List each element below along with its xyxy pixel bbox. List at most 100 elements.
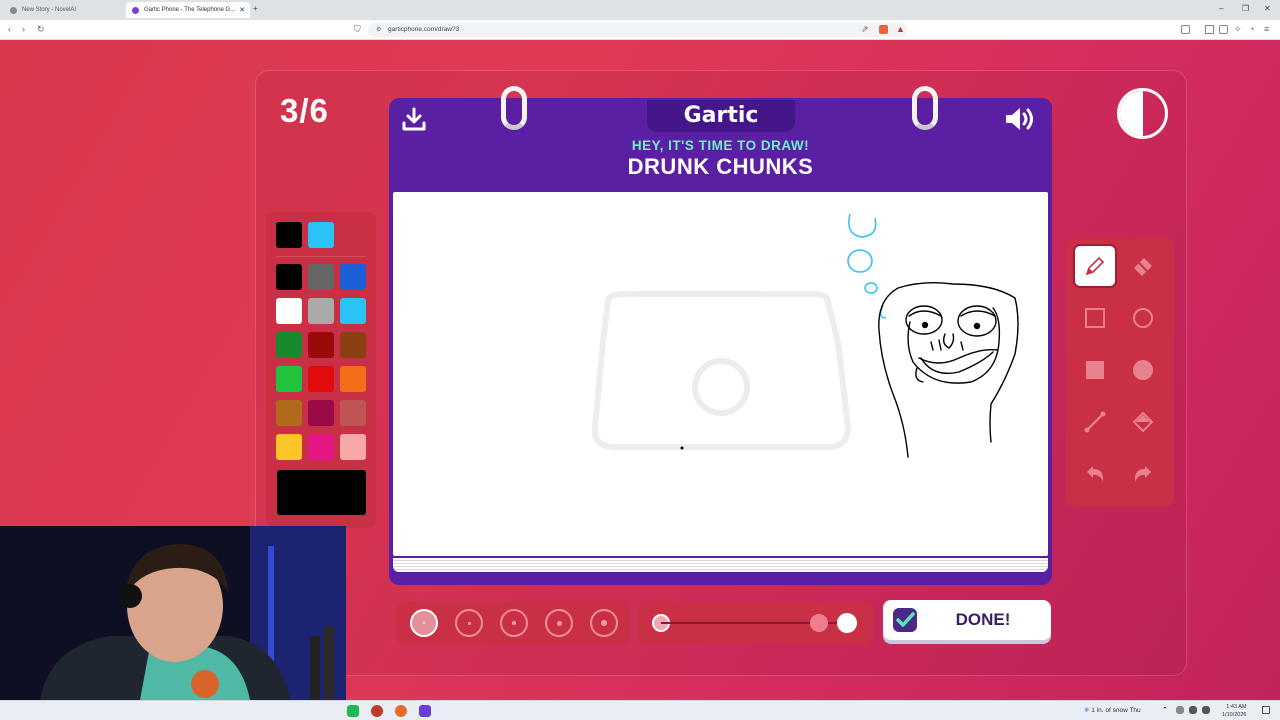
webcam-overlay — [0, 526, 346, 700]
browser-tab-novelai[interactable]: New Story - NovelAI — [4, 2, 124, 18]
color-swatch[interactable] — [276, 434, 302, 460]
notification-icon[interactable] — [1262, 706, 1270, 714]
new-tab-icon[interactable]: + — [253, 4, 258, 13]
color-swatch[interactable] — [340, 434, 366, 460]
obs-icon[interactable] — [371, 705, 383, 717]
redo-tool[interactable] — [1121, 452, 1165, 496]
browser-tab-gartic[interactable]: Gartic Phone - The Telephone G... ✕ — [126, 2, 250, 18]
circle-filled-icon — [1133, 360, 1153, 380]
line-tool[interactable] — [1073, 400, 1117, 444]
site-info-icon[interactable]: ⚙ — [376, 23, 381, 37]
color-swatch[interactable] — [340, 298, 366, 324]
color-swatch[interactable] — [276, 298, 302, 324]
drawing-canvas[interactable] — [393, 192, 1048, 556]
rectangle-outline-tool[interactable] — [1073, 296, 1117, 340]
theme-toggle-icon[interactable] — [1117, 88, 1168, 139]
wallet-icon[interactable] — [1219, 25, 1228, 34]
color-swatch[interactable] — [308, 434, 334, 460]
color-swatch[interactable] — [308, 332, 334, 358]
color-swatch[interactable] — [276, 400, 302, 426]
color-swatch[interactable] — [308, 264, 334, 290]
taskbar: ❄ 1 in. of snow Thu ⌃ 1:43 AM 1/10/2026 — [0, 700, 1280, 720]
redo-icon — [1135, 466, 1151, 482]
done-label: DONE! — [955, 610, 1011, 629]
menu-icon[interactable]: ≡ — [1264, 24, 1269, 34]
forward-icon[interactable]: › — [22, 24, 25, 34]
tray-app-icon[interactable] — [1176, 706, 1184, 714]
fill-bucket-tool[interactable] — [1121, 400, 1165, 444]
spotify-icon[interactable] — [347, 705, 359, 717]
tab-title: Gartic Phone - The Telephone G... — [144, 7, 236, 13]
streamer-webcam-image — [0, 526, 346, 700]
network-icon[interactable] — [1189, 706, 1197, 714]
brush-size-option[interactable] — [590, 609, 618, 637]
brush-size-dot — [467, 621, 471, 625]
ellipse-outline-tool[interactable] — [1121, 296, 1165, 340]
browser-icon[interactable] — [395, 705, 407, 717]
rewards-icon[interactable]: ▲ — [896, 24, 905, 34]
brush-size-option[interactable] — [500, 609, 528, 637]
brush-size-option[interactable] — [455, 609, 483, 637]
eraser-icon — [1134, 258, 1152, 276]
brush-size-dot — [601, 620, 607, 626]
color-swatch[interactable] — [340, 332, 366, 358]
clock[interactable]: 1:43 AM 1/10/2026 — [1222, 703, 1246, 719]
close-tab-icon[interactable]: ✕ — [239, 6, 245, 14]
line-icon — [1084, 411, 1106, 433]
opacity-slider[interactable] — [637, 602, 873, 644]
back-icon[interactable]: ‹ — [8, 24, 11, 34]
bookmark-icon[interactable]: ⛉ — [354, 24, 361, 35]
color-swatch[interactable] — [308, 298, 334, 324]
restore-icon[interactable]: ❐ — [1242, 4, 1249, 13]
notepad-pages-edge — [393, 558, 1048, 572]
undo-tool[interactable] — [1073, 452, 1117, 496]
reload-icon[interactable]: ↻ — [37, 24, 45, 35]
ellipse-fill-tool[interactable] — [1121, 348, 1165, 392]
fill-bucket-icon — [1132, 411, 1154, 433]
tray-chevron-icon[interactable]: ⌃ — [1162, 706, 1170, 714]
color-swatch[interactable] — [308, 366, 334, 392]
volume-tray-icon[interactable] — [1202, 706, 1210, 714]
brush-size-option[interactable] — [410, 609, 438, 637]
sidebar-icon[interactable] — [1205, 25, 1214, 34]
color-swatch[interactable] — [276, 264, 302, 290]
color-swatch[interactable] — [276, 366, 302, 392]
recent-color-swatch[interactable] — [308, 222, 334, 248]
color-swatch[interactable] — [340, 264, 366, 290]
checkmark-icon — [893, 608, 917, 632]
square-outline-icon — [1085, 308, 1105, 328]
square-filled-icon — [1086, 361, 1104, 379]
notepad-ring-icon — [501, 86, 527, 130]
brush-size-dot — [556, 620, 562, 626]
color-swatch[interactable] — [340, 366, 366, 392]
tab-title: New Story - NovelAI — [22, 7, 77, 13]
color-swatch[interactable] — [340, 400, 366, 426]
leo-icon[interactable]: ✧ — [1234, 24, 1242, 35]
address-bar[interactable]: ⚙ garticphone.com/draw?3 — [368, 23, 908, 37]
notepad-ring-icon — [912, 86, 938, 130]
done-button[interactable]: DONE! — [883, 600, 1051, 640]
eraser-tool[interactable] — [1121, 244, 1165, 288]
share-icon[interactable]: ⇗ — [861, 24, 869, 35]
brave-shield-icon[interactable] — [879, 25, 888, 34]
gartic-app-icon[interactable] — [419, 705, 431, 717]
color-palette — [266, 212, 376, 528]
novelai-favicon-icon — [10, 6, 17, 14]
vpn-icon[interactable]: ◔ — [1249, 24, 1254, 34]
brush-size-option[interactable] — [545, 609, 573, 637]
color-swatch[interactable] — [308, 400, 334, 426]
pencil-tool[interactable] — [1073, 244, 1117, 288]
volume-icon[interactable] — [1004, 106, 1038, 132]
close-window-icon[interactable]: ✕ — [1264, 4, 1271, 13]
weather-widget[interactable]: ❄ 1 in. of snow Thu — [1084, 706, 1141, 714]
canvas-drawing — [591, 213, 1019, 458]
prompt-word: DRUNK CHUNKS — [627, 154, 814, 179]
extensions-icon[interactable] — [1181, 25, 1190, 34]
opacity-handle[interactable] — [810, 614, 829, 632]
gartic-favicon-icon — [132, 6, 139, 14]
minimize-icon[interactable]: – — [1219, 4, 1223, 13]
rectangle-fill-tool[interactable] — [1073, 348, 1117, 392]
download-icon[interactable] — [401, 106, 427, 132]
color-swatch[interactable] — [276, 332, 302, 358]
recent-color-swatch[interactable] — [276, 222, 302, 248]
